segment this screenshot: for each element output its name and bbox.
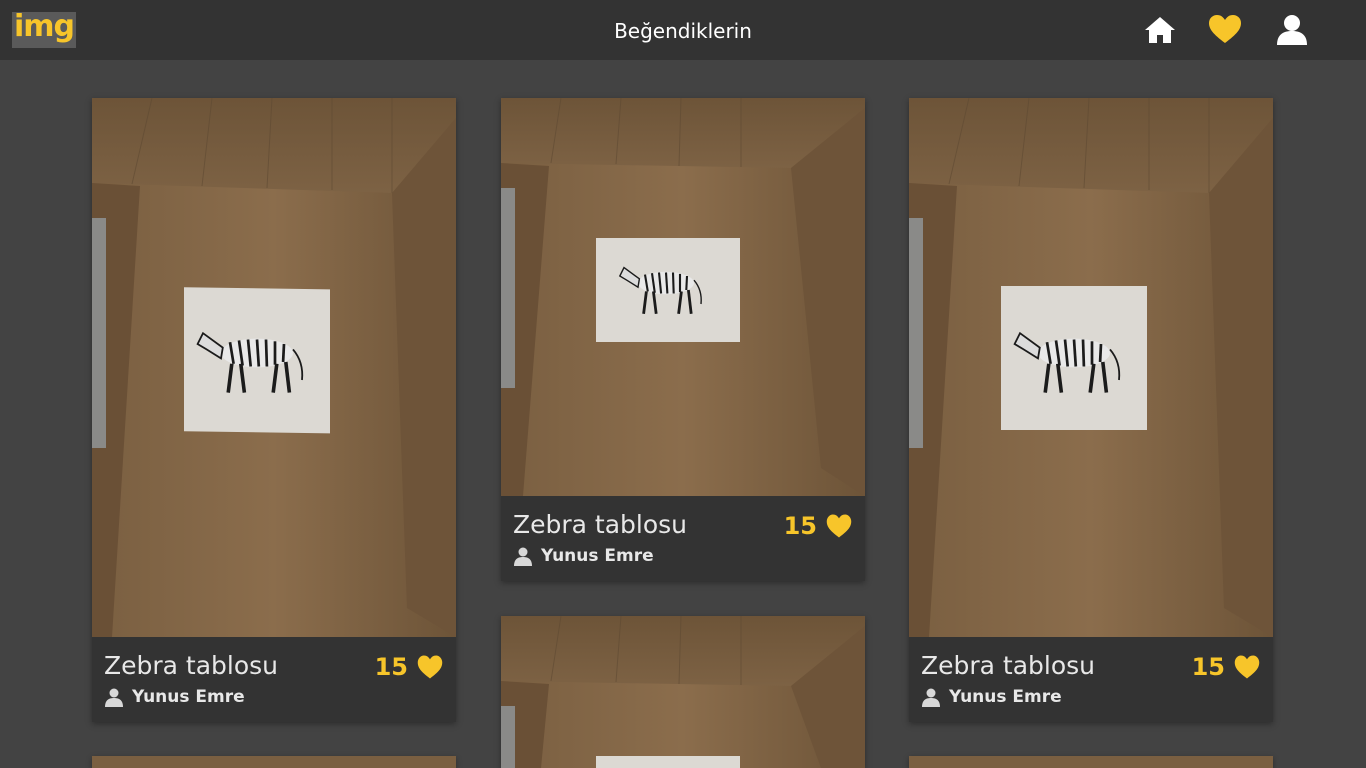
card-image[interactable] bbox=[909, 98, 1273, 637]
card-image[interactable] bbox=[501, 616, 865, 768]
image-card[interactable] bbox=[92, 756, 456, 768]
card-image[interactable] bbox=[501, 98, 865, 496]
card-info: Zebra tablosu 15 Yunus Emre bbox=[909, 637, 1273, 722]
card-info: Zebra tablosu 15 Yunus Emre bbox=[501, 496, 865, 581]
heart-icon[interactable] bbox=[416, 654, 444, 680]
user-icon[interactable] bbox=[1274, 12, 1310, 48]
top-navigation-bar: img Beğendiklerin bbox=[0, 0, 1366, 60]
card-image[interactable] bbox=[92, 98, 456, 637]
like-count: 15 bbox=[374, 653, 408, 681]
heart-icon[interactable] bbox=[825, 513, 853, 539]
like-count: 15 bbox=[1191, 653, 1225, 681]
app-logo[interactable]: img bbox=[12, 12, 76, 48]
like-button[interactable]: 15 bbox=[1192, 653, 1261, 681]
card-title[interactable]: Zebra tablosu bbox=[921, 651, 1095, 680]
user-icon bbox=[921, 687, 941, 707]
card-author[interactable]: Yunus Emre bbox=[513, 546, 654, 566]
like-button[interactable]: 15 bbox=[784, 512, 853, 540]
image-card[interactable]: Zebra tablosu 15 Yunus Emre bbox=[501, 98, 865, 581]
image-card[interactable]: Zebra tablosu 15 Yunus Emre bbox=[909, 98, 1273, 722]
card-image[interactable] bbox=[92, 756, 456, 768]
card-title[interactable]: Zebra tablosu bbox=[104, 651, 278, 680]
image-card[interactable]: Zebra tablosu 15 Yunus Emre bbox=[92, 98, 456, 722]
heart-icon[interactable] bbox=[1207, 12, 1243, 48]
image-card[interactable] bbox=[501, 616, 865, 768]
author-name: Yunus Emre bbox=[132, 687, 245, 707]
author-name: Yunus Emre bbox=[949, 687, 1062, 707]
like-button[interactable]: 15 bbox=[375, 653, 444, 681]
user-icon bbox=[513, 546, 533, 566]
image-card[interactable] bbox=[909, 756, 1273, 768]
card-image[interactable] bbox=[909, 756, 1273, 768]
like-count: 15 bbox=[783, 512, 817, 540]
user-icon bbox=[104, 687, 124, 707]
card-title[interactable]: Zebra tablosu bbox=[513, 510, 687, 539]
heart-icon[interactable] bbox=[1233, 654, 1261, 680]
author-name: Yunus Emre bbox=[541, 546, 654, 566]
card-info: Zebra tablosu 15 Yunus Emre bbox=[92, 637, 456, 722]
card-author[interactable]: Yunus Emre bbox=[921, 687, 1062, 707]
home-icon[interactable] bbox=[1142, 12, 1178, 48]
card-author[interactable]: Yunus Emre bbox=[104, 687, 245, 707]
